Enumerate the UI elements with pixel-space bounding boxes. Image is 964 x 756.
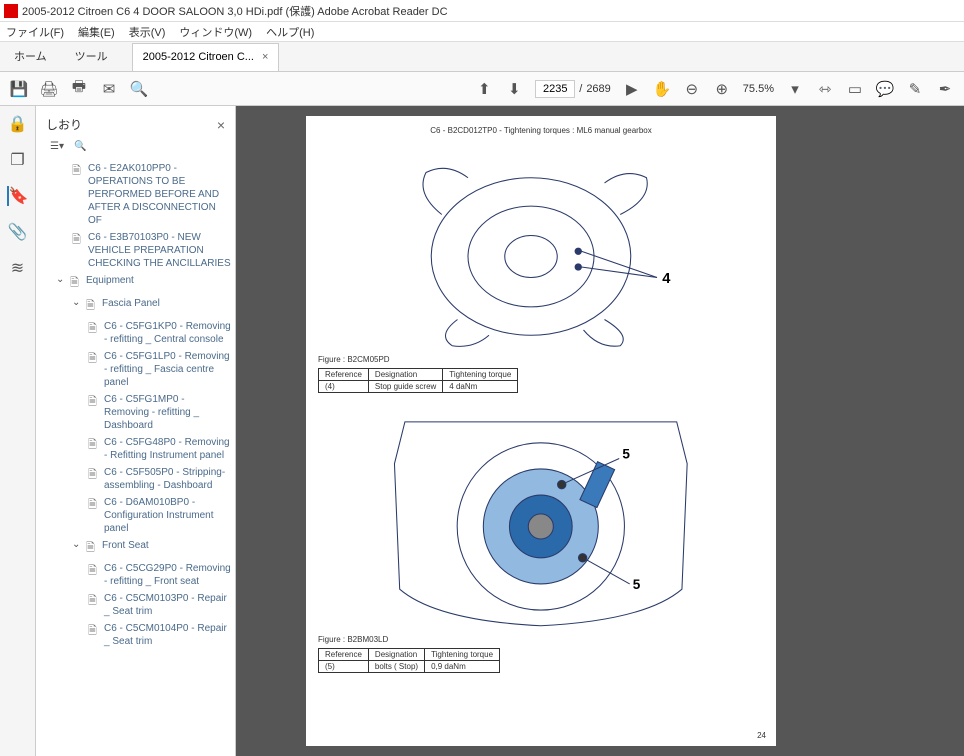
bookmark-item[interactable]: 🗎C6 - C5CM0104P0 - Repair _ Seat trim [44, 620, 231, 650]
window-title-bar: 2005-2012 Citroen C6 4 DOOR SALOON 3,0 H… [0, 0, 964, 22]
fit-width-icon[interactable]: ⇿ [816, 80, 834, 98]
bookmark-panel-close-icon[interactable]: × [217, 117, 225, 133]
page-up-icon[interactable]: ⬆ [475, 80, 493, 98]
window-title: 2005-2012 Citroen C6 4 DOOR SALOON 3,0 H… [22, 3, 448, 19]
doc-icon: 🗎 [88, 592, 100, 611]
svg-text:5: 5 [633, 577, 641, 592]
page-down-icon[interactable]: ⬇ [505, 80, 523, 98]
bookmark-panel: しおり × ☰▾ 🔍 🗎C6 - E2AK010PP0 - OPERATIONS… [36, 106, 236, 756]
print-icon-2[interactable]: 🖶 [70, 80, 88, 98]
bookmark-tree: 🗎C6 - E2AK010PP0 - OPERATIONS TO BE PERF… [40, 160, 231, 650]
zoom-in-icon[interactable]: ⊕ [713, 80, 731, 98]
pdf-page: C6 - B2CD012TP0 - Tightening torques : M… [306, 116, 776, 746]
tab-close-icon[interactable]: × [262, 51, 268, 63]
hand-icon[interactable]: ✋ [653, 80, 671, 98]
attachment-icon[interactable]: 📎 [8, 222, 28, 242]
bookmark-item[interactable]: 🗎C6 - C5F505P0 - Stripping-assembling - … [44, 464, 231, 494]
bookmark-item[interactable]: 🗎C6 - C5CM0103P0 - Repair _ Seat trim [44, 590, 231, 620]
menu-file[interactable]: ファイル(F) [6, 24, 64, 40]
page-number: 24 [757, 731, 766, 740]
email-icon[interactable]: ✉ [100, 80, 118, 98]
collapse-icon[interactable]: ⌄ [72, 539, 82, 550]
menu-help[interactable]: ヘルプ(H) [266, 24, 314, 40]
doc-icon: 🗎 [88, 350, 100, 369]
bookmark-item[interactable]: 🗎C6 - C5FG48P0 - Removing - Refitting In… [44, 434, 231, 464]
bookmark-item[interactable]: ⌄🗎Front Seat [44, 537, 231, 560]
tab-bar: ホーム ツール 2005-2012 Citroen C... × [0, 42, 964, 72]
doc-icon: 🗎 [88, 622, 100, 641]
bookmark-item[interactable]: 🗎C6 - C5FG1KP0 - Removing - refitting _ … [44, 318, 231, 348]
figure-gearbox-front: 5 5 [318, 401, 764, 631]
menu-edit[interactable]: 編集(E) [78, 24, 115, 40]
search-icon[interactable]: 🔍 [130, 80, 148, 98]
zoom-out-icon[interactable]: ⊖ [683, 80, 701, 98]
menu-window[interactable]: ウィンドウ(W) [179, 24, 252, 40]
bookmark-item[interactable]: 🗎C6 - C5FG1MP0 - Removing - refitting _ … [44, 391, 231, 434]
sign-icon[interactable]: ✒ [936, 80, 954, 98]
doc-icon: 🗎 [88, 562, 100, 581]
print-icon[interactable]: 🖨 [40, 80, 58, 98]
collapse-icon[interactable]: ⌄ [72, 297, 82, 308]
menu-view[interactable]: 表示(V) [129, 24, 166, 40]
doc-icon: 🗎 [88, 496, 100, 515]
page-indicator: / 2689 [535, 80, 611, 98]
bookmark-tools: ☰▾ 🔍 [40, 137, 231, 160]
doc-icon: 🗎 [88, 436, 100, 455]
figure-gearbox-top: 4 [318, 141, 764, 351]
save-icon[interactable]: 💾 [10, 80, 28, 98]
page-total: 2689 [586, 83, 610, 95]
bookmark-item[interactable]: ⌄🗎Fascia Panel [44, 295, 231, 318]
tab-document-label: 2005-2012 Citroen C... [143, 51, 254, 63]
bookmark-item[interactable]: 🗎C6 - E2AK010PP0 - OPERATIONS TO BE PERF… [44, 160, 231, 229]
tab-document[interactable]: 2005-2012 Citroen C... × [132, 43, 280, 71]
doc-icon: 🗎 [86, 539, 98, 558]
fit-page-icon[interactable]: ▭ [846, 80, 864, 98]
callout-4: 4 [662, 271, 671, 287]
layers-icon[interactable]: ≋ [8, 258, 28, 278]
torque-table-2: ReferenceDesignationTightening torque (5… [318, 648, 500, 673]
doc-icon: 🗎 [70, 274, 82, 293]
bookmark-icon[interactable]: 🔖 [7, 186, 27, 206]
pdf-file-icon [4, 4, 18, 18]
collapse-icon[interactable]: ⌄ [56, 274, 66, 285]
figure1-caption: Figure : B2CM05PD [318, 355, 764, 364]
sidebar-icon-strip: 🔒 ❐ 🔖 📎 ≋ [0, 106, 36, 756]
doc-icon: 🗎 [86, 297, 98, 316]
toolbar: 💾 🖨 🖶 ✉ 🔍 ⬆ ⬇ / 2689 ▶ ✋ ⊖ ⊕ 75.5% ▾ ⇿ ▭… [0, 72, 964, 106]
doc-icon: 🗎 [72, 162, 84, 181]
edit-icon[interactable]: ✎ [906, 80, 924, 98]
svg-text:5: 5 [623, 446, 631, 461]
pages-icon[interactable]: ❐ [8, 150, 28, 170]
page-heading: C6 - B2CD012TP0 - Tightening torques : M… [318, 126, 764, 135]
doc-icon: 🗎 [88, 320, 100, 339]
menu-bar: ファイル(F) 編集(E) 表示(V) ウィンドウ(W) ヘルプ(H) [0, 22, 964, 42]
document-viewport[interactable]: C6 - B2CD012TP0 - Tightening torques : M… [236, 106, 964, 756]
bookmark-panel-title: しおり [46, 116, 82, 133]
bookmark-item[interactable]: 🗎C6 - C5CG29P0 - Removing - refitting _ … [44, 560, 231, 590]
doc-icon: 🗎 [88, 393, 100, 412]
comment-icon[interactable]: 💬 [876, 80, 894, 98]
doc-icon: 🗎 [72, 231, 84, 250]
bookmark-item[interactable]: 🗎C6 - D6AM010BP0 - Configuration Instrum… [44, 494, 231, 537]
zoom-level[interactable]: 75.5% [743, 83, 774, 95]
tab-home[interactable]: ホーム [0, 42, 61, 72]
torque-table-1: ReferenceDesignationTightening torque (4… [318, 368, 518, 393]
chevron-down-icon[interactable]: ▾ [786, 80, 804, 98]
pointer-icon[interactable]: ▶ [623, 80, 641, 98]
tab-tool[interactable]: ツール [61, 42, 122, 72]
bookmark-find-icon[interactable]: 🔍 [74, 141, 86, 152]
bookmark-item[interactable]: 🗎C6 - C5FG1LP0 - Removing - refitting _ … [44, 348, 231, 391]
page-current-input[interactable] [535, 80, 575, 98]
bookmark-options-icon[interactable]: ☰▾ [50, 141, 64, 152]
figure2-caption: Figure : B2BM03LD [318, 635, 764, 644]
doc-icon: 🗎 [88, 466, 100, 485]
bookmark-item[interactable]: ⌄🗎Equipment [44, 272, 231, 295]
lock-icon[interactable]: 🔒 [8, 114, 28, 134]
main-area: 🔒 ❐ 🔖 📎 ≋ しおり × ☰▾ 🔍 🗎C6 - E2AK010PP0 - … [0, 106, 964, 756]
page-sep: / [579, 83, 582, 95]
bookmark-item[interactable]: 🗎C6 - E3B70103P0 - NEW VEHICLE PREPARATI… [44, 229, 231, 272]
